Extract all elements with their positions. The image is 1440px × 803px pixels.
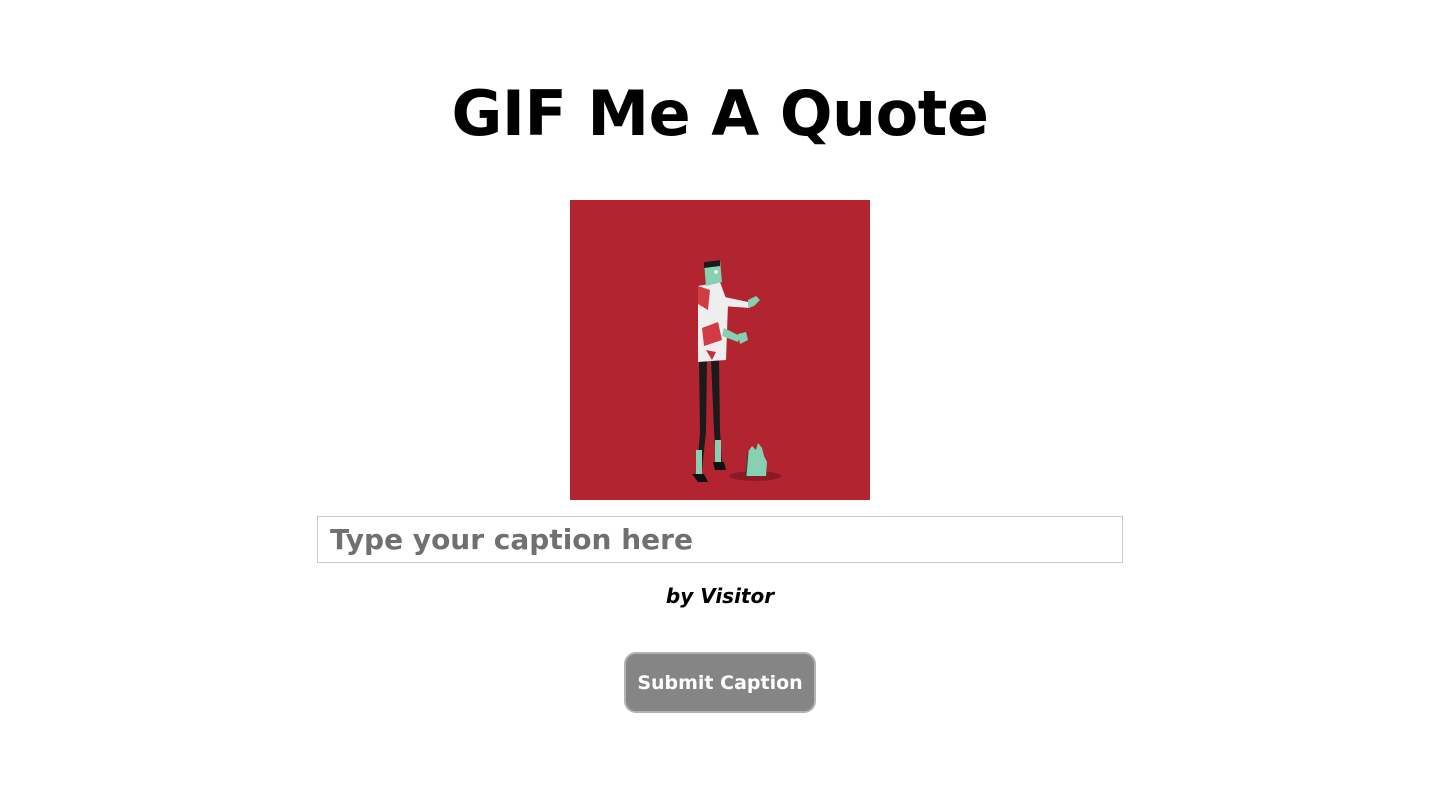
page: GIF Me A Quote Type your caption here by…: [0, 0, 1440, 803]
caption-input[interactable]: [317, 516, 1123, 563]
page-title: GIF Me A Quote: [451, 77, 989, 150]
gif-image: [570, 200, 870, 500]
byline: by Visitor: [665, 584, 775, 608]
zombie-illustration: [570, 200, 870, 500]
submit-caption-button[interactable]: Submit Caption: [624, 652, 816, 713]
